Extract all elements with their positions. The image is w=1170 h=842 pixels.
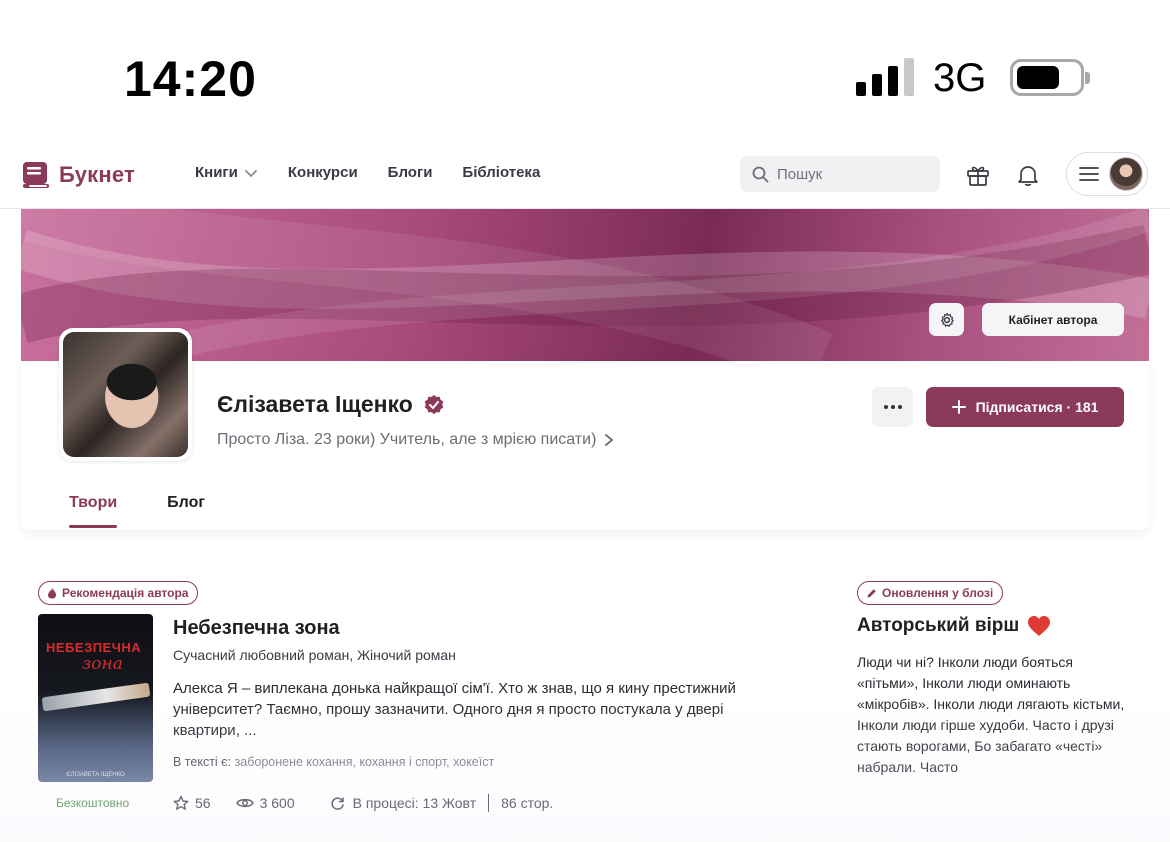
- book-tags: В тексті є: заборонене кохання, кохання …: [173, 755, 494, 769]
- chevron-right-icon: [605, 434, 614, 446]
- nav-library[interactable]: Бібліотека: [462, 164, 540, 181]
- site-header: Букнет Книги Конкурси Блоги Бібліотека: [0, 150, 1170, 209]
- gift-icon[interactable]: [965, 162, 991, 188]
- tab-works[interactable]: Твори: [69, 494, 118, 528]
- logo-text: Букнет: [59, 162, 135, 187]
- book-description: Алекса Я – виплекана донька найкращої сі…: [173, 680, 736, 739]
- more-options-button[interactable]: [872, 387, 913, 427]
- cover-hockey-stick: [41, 682, 151, 712]
- author-cabinet-button[interactable]: Кабінет автора: [982, 303, 1124, 336]
- search-input[interactable]: [777, 165, 917, 183]
- battery-icon: [1010, 59, 1090, 96]
- subscribe-button[interactable]: Підписатися · 181: [926, 387, 1124, 427]
- status-bar: 14:20 3G: [0, 0, 1170, 150]
- views-stat: 3 600: [235, 795, 295, 811]
- gear-icon: [940, 312, 954, 327]
- signal-icon: [856, 58, 916, 96]
- author-avatar[interactable]: [59, 328, 192, 461]
- heart-icon: [1028, 616, 1051, 636]
- network-type: 3G: [933, 56, 987, 100]
- nav-blogs[interactable]: Блоги: [388, 164, 433, 181]
- pages-stat: 86 стор.: [501, 795, 554, 811]
- book-cover[interactable]: НЕБЕЗПЕЧНА зона ЄЛІЗАВЕТА ІЩЕНКО: [38, 614, 153, 782]
- nav-books[interactable]: Книги: [195, 164, 258, 181]
- plus-icon: [951, 400, 966, 414]
- cover-title-line1: НЕБЕЗПЕЧНА: [46, 640, 142, 655]
- main-nav: Книги Конкурси Блоги Бібліотека: [195, 164, 540, 181]
- author-bio[interactable]: Просто Ліза. 23 роки) Учитель, але з мрі…: [217, 431, 614, 449]
- book-genres: Сучасний любовний роман, Жіночий роман: [173, 647, 456, 663]
- tags-prefix: В тексті є:: [173, 755, 232, 769]
- user-menu-button[interactable]: [1066, 152, 1148, 196]
- cover-author: ЄЛІЗАВЕТА ІЩЕНКО: [66, 772, 125, 778]
- hamburger-icon: [1079, 167, 1099, 181]
- profile-settings-button[interactable]: [929, 303, 964, 336]
- book-title[interactable]: Небезпечна зона: [173, 617, 340, 640]
- blog-update-badge: Оновлення у блозі: [857, 581, 1004, 605]
- search-box: [740, 156, 940, 192]
- blog-post-title[interactable]: Авторський вірш: [857, 615, 1051, 637]
- star-icon: [173, 795, 189, 810]
- tags-list[interactable]: заборонене кохання, кохання і спорт, хок…: [235, 755, 495, 769]
- profile-tabs: Твори Блог: [69, 494, 205, 528]
- status-time: 14:20: [124, 51, 257, 107]
- flame-icon: [48, 588, 56, 599]
- book-stats: 56 3 600 В процесі: 13 Жовт 86 стор.: [173, 794, 553, 812]
- pencil-icon: [867, 588, 876, 597]
- stats-divider: [488, 794, 490, 812]
- search-icon: [752, 166, 769, 182]
- cover-title-line2: зона: [82, 654, 123, 674]
- more-dots-icon: [883, 405, 902, 409]
- logo[interactable]: Букнет: [21, 160, 135, 190]
- refresh-icon: [331, 796, 344, 810]
- tab-blog[interactable]: Блог: [167, 494, 205, 528]
- author-name-row: Єлізавета Іщенко: [217, 391, 445, 418]
- nav-contests[interactable]: Конкурси: [288, 164, 358, 181]
- author-name: Єлізавета Іщенко: [217, 391, 413, 417]
- chevron-down-icon: [245, 169, 257, 177]
- bell-icon[interactable]: [1015, 162, 1041, 188]
- user-avatar: [1109, 157, 1143, 191]
- eye-icon: [235, 798, 254, 808]
- rating-stat: 56: [173, 795, 211, 811]
- blog-post-excerpt: Люди чи ні? Інколи люди бояться «пітьми»…: [857, 654, 1125, 775]
- price-label: Безкоштовно: [56, 796, 130, 810]
- verified-badge-icon: [424, 394, 444, 414]
- author-recommendation-badge: Рекомендація автора: [38, 581, 199, 605]
- logo-book-icon: [21, 160, 51, 190]
- status-stat: В процесі: 13 Жовт: [330, 795, 476, 811]
